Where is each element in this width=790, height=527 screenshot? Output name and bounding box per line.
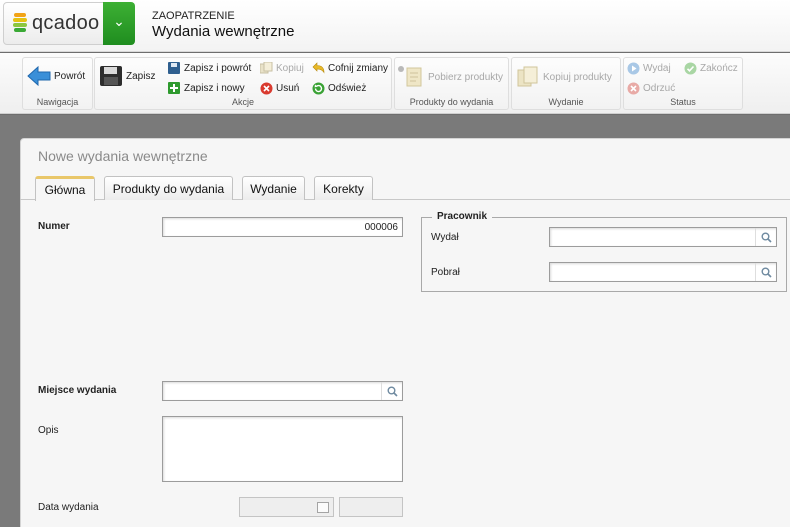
- play-icon: [627, 62, 640, 75]
- page-title: Wydania wewnętrzne: [152, 23, 295, 40]
- lookup-search-button[interactable]: [755, 263, 776, 281]
- copy-button[interactable]: Kopiuj: [260, 62, 304, 74]
- group-label: Status: [670, 97, 696, 107]
- tab-main[interactable]: Główna: [35, 176, 95, 201]
- refresh-icon: [312, 82, 325, 95]
- reject-button[interactable]: Odrzuć: [627, 82, 675, 95]
- copy-label: Kopiuj: [276, 62, 304, 74]
- check-icon: [684, 62, 697, 75]
- tab-products-to-issue[interactable]: Produkty do wydania: [104, 176, 233, 200]
- undo-icon: [312, 62, 325, 74]
- save-button[interactable]: Zapisz: [99, 65, 155, 87]
- form-title: Nowe wydania wewnętrzne: [38, 148, 208, 164]
- logo-text: qcadoo: [32, 12, 100, 34]
- group-label: Produkty do wydania: [409, 97, 494, 107]
- delete-label: Usuń: [276, 83, 300, 94]
- back-label: Powrót: [54, 70, 86, 82]
- finish-button[interactable]: Zakończ: [684, 62, 738, 75]
- group-label: Wydanie: [548, 97, 584, 107]
- delete-button[interactable]: Usuń: [260, 82, 299, 95]
- issued-by-label: Wydał: [431, 232, 459, 243]
- group-label: Akcje: [231, 97, 254, 107]
- undo-label: Cofnij zmiany: [328, 62, 389, 74]
- delete-icon: [260, 82, 273, 95]
- date-label: Data wydania: [38, 502, 99, 513]
- save-back-icon: [168, 62, 180, 74]
- copy-icon: [260, 62, 273, 74]
- fetch-products-button[interactable]: Pobierz produkty: [397, 66, 503, 88]
- calendar-button[interactable]: [312, 498, 333, 516]
- back-button[interactable]: Powrót: [27, 65, 85, 87]
- search-icon: [761, 232, 772, 243]
- lookup-search-button[interactable]: [755, 228, 776, 246]
- save-new-icon: [168, 82, 180, 94]
- description-label: Opis: [38, 425, 59, 436]
- finish-label: Zakończ: [700, 63, 738, 74]
- copy-products-icon: [517, 66, 538, 87]
- number-label: Numer: [38, 221, 70, 232]
- refresh-label: Odśwież: [328, 83, 367, 94]
- received-by-label: Pobrał: [431, 267, 460, 278]
- menu-toggle-button[interactable]: ⌄: [103, 2, 135, 45]
- time-field[interactable]: [339, 497, 403, 517]
- save-label: Zapisz: [126, 70, 156, 82]
- copy-products-label: Kopiuj produkty: [543, 71, 612, 83]
- number-value: 000006: [364, 222, 398, 233]
- issued-by-field[interactable]: [549, 227, 777, 247]
- save-and-back-label: Zapisz i powrót: [184, 62, 252, 74]
- breadcrumb-category: ZAOPATRZENIE: [152, 10, 235, 22]
- search-icon: [387, 386, 398, 397]
- received-by-field[interactable]: [549, 262, 777, 282]
- fetch-products-label: Pobierz produkty: [428, 71, 504, 83]
- refresh-button[interactable]: Odśwież: [312, 82, 366, 95]
- ribbon-toolbar: Nawigacja Powrót Akcje Zapisz Zapisz i p…: [0, 53, 790, 114]
- reject-label: Odrzuć: [643, 83, 676, 94]
- description-textarea[interactable]: [162, 416, 403, 482]
- floppy-disk-icon: [100, 66, 122, 86]
- save-and-new-label: Zapisz i nowy: [184, 82, 245, 94]
- number-field[interactable]: 000006: [162, 217, 403, 237]
- date-field[interactable]: [239, 497, 334, 517]
- place-label: Miejsce wydania: [38, 385, 117, 396]
- top-header: qcadoo ⌄ ZAOPATRZENIE Wydania wewnętrzne: [0, 0, 790, 52]
- search-icon: [761, 267, 772, 278]
- tab-corrections[interactable]: Korekty: [314, 176, 373, 200]
- fetch-products-icon: [398, 66, 422, 87]
- chevron-down-icon: ⌄: [113, 13, 125, 29]
- arrow-left-icon: [27, 65, 51, 87]
- copy-products-button[interactable]: Kopiuj produkty: [516, 66, 612, 88]
- place-field[interactable]: [162, 381, 403, 401]
- reject-icon: [627, 82, 640, 95]
- tab-issue[interactable]: Wydanie: [242, 176, 305, 200]
- qcadoo-logo-icon: [13, 13, 27, 32]
- logo[interactable]: qcadoo: [3, 2, 104, 45]
- calendar-icon: [316, 501, 329, 513]
- lookup-search-button[interactable]: [381, 382, 402, 400]
- save-and-back-button[interactable]: Zapisz i powrót: [168, 62, 251, 74]
- employee-legend: Pracownik: [432, 211, 493, 222]
- save-and-new-button[interactable]: Zapisz i nowy: [168, 82, 245, 94]
- issue-label: Wydaj: [643, 63, 671, 74]
- issue-button[interactable]: Wydaj: [627, 62, 671, 75]
- undo-button[interactable]: Cofnij zmiany: [312, 62, 388, 74]
- group-label: Nawigacja: [36, 97, 79, 107]
